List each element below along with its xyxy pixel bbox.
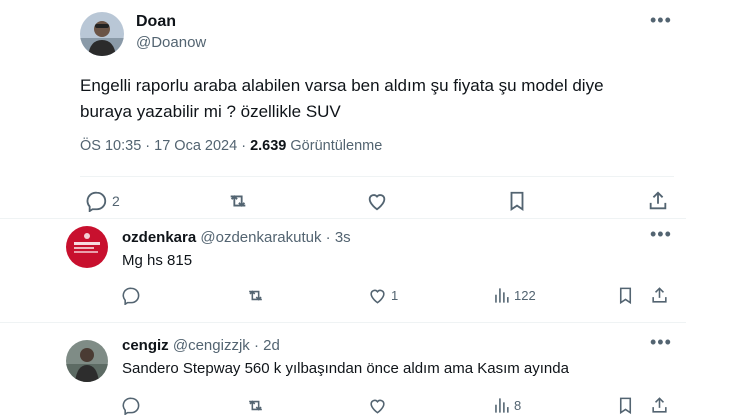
share-icon [647, 190, 669, 212]
more-options-icon[interactable]: ••• [650, 10, 672, 31]
tweet-text: Engelli raporlu araba alabilen varsa ben… [80, 73, 680, 125]
heart-icon [368, 286, 387, 305]
share-icon [650, 286, 669, 305]
reply-author-handle[interactable]: @cengizzjk · 2d [173, 337, 280, 354]
retweet-icon [226, 190, 250, 212]
reply-author-name[interactable]: cengiz [122, 337, 169, 354]
retweet-button[interactable] [245, 286, 266, 305]
retweet-icon [245, 286, 266, 305]
bookmark-button[interactable] [617, 286, 634, 305]
like-button[interactable] [366, 190, 388, 212]
share-button[interactable] [647, 190, 669, 212]
views-button[interactable]: 122 [493, 286, 536, 305]
views-label: Görüntülenme [286, 138, 383, 154]
avatar[interactable] [80, 12, 124, 56]
more-options-icon[interactable]: ••• [650, 332, 672, 353]
bookmark-icon [617, 286, 634, 305]
reply-author-name[interactable]: ozdenkara [122, 229, 196, 246]
share-icon [650, 396, 669, 415]
reply-icon [122, 396, 141, 415]
bookmark-icon [507, 190, 527, 212]
timestamp[interactable]: ÖS 10:35 · 17 Oca 2024 · [80, 138, 250, 154]
retweet-button[interactable] [226, 190, 250, 212]
divider [80, 176, 674, 177]
share-button[interactable] [650, 396, 669, 415]
view-count: 122 [514, 288, 536, 303]
tweet-meta: ÖS 10:35 · 17 Oca 2024 · 2.639 Görüntüle… [80, 138, 382, 154]
heart-icon [368, 396, 387, 415]
reply-header: ozdenkara @ozdenkarakutuk · 3s [122, 229, 351, 246]
avatar[interactable] [66, 226, 108, 268]
reply-tweet[interactable]: cengiz @cengizzjk · 2d ••• Sandero Stepw… [0, 322, 730, 420]
author-name[interactable]: Doan [136, 13, 176, 31]
reply-text: Mg hs 815 [122, 252, 193, 269]
retweet-icon [245, 396, 266, 415]
main-tweet: Doan @Doanow ••• Engelli raporlu araba a… [0, 0, 730, 218]
tweet-text-line: buraya yazabilir mi ? özellikle SUV [80, 102, 341, 121]
tweet-text-line: Engelli raporlu araba alabilen varsa ben… [80, 76, 604, 95]
reply-header: cengiz @cengizzjk · 2d [122, 337, 280, 354]
views-count: 2.639 [250, 138, 287, 154]
reply-author-handle[interactable]: @ozdenkarakutuk · 3s [200, 229, 350, 246]
analytics-icon [493, 286, 510, 305]
views-button[interactable]: 8 [493, 396, 521, 415]
share-button[interactable] [650, 286, 669, 305]
more-options-icon[interactable]: ••• [650, 224, 672, 245]
reply-count: 2 [112, 193, 120, 209]
retweet-button[interactable] [245, 396, 266, 415]
reply-button[interactable] [122, 286, 141, 305]
bookmark-button[interactable] [617, 396, 634, 415]
reply-button[interactable]: 2 [86, 190, 120, 212]
reply-text: Sandero Stepway 560 k yılbaşından önce a… [122, 360, 569, 377]
avatar[interactable] [66, 340, 108, 382]
like-button[interactable]: 1 [368, 286, 398, 305]
like-count: 1 [391, 288, 399, 303]
heart-icon [366, 190, 388, 212]
author-handle[interactable]: @Doanow [136, 34, 206, 51]
reply-tweet[interactable]: ozdenkara @ozdenkarakutuk · 3s ••• Mg hs… [0, 218, 730, 318]
reply-icon [86, 190, 108, 212]
reply-button[interactable] [122, 396, 141, 415]
bookmark-icon [617, 396, 634, 415]
view-count: 8 [514, 398, 522, 413]
like-button[interactable] [368, 396, 391, 415]
analytics-icon [493, 396, 510, 415]
bookmark-button[interactable] [507, 190, 527, 212]
reply-icon [122, 286, 141, 305]
